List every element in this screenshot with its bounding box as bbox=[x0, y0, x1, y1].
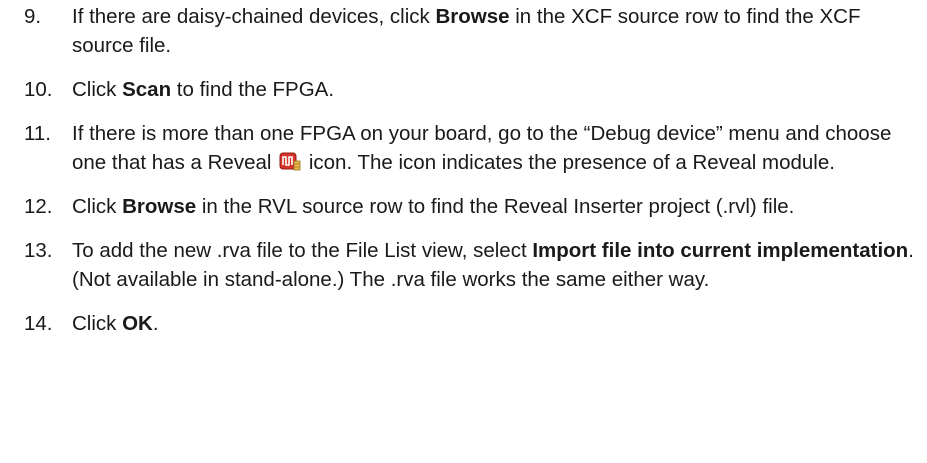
step-text: If there are daisy-chained devices, clic… bbox=[72, 5, 860, 57]
step-text-run: to find the FPGA. bbox=[171, 78, 335, 101]
reveal-icon bbox=[279, 151, 301, 173]
step-number: 14. bbox=[24, 312, 53, 335]
step-number: 12. bbox=[24, 195, 53, 218]
step-text: Click Scan to find the FPGA. bbox=[72, 78, 334, 101]
step-item: 14. Click OK. bbox=[24, 309, 919, 338]
instruction-steps-list: 9. If there are daisy-chained devices, cl… bbox=[24, 2, 919, 353]
step-item: 11. If there is more than one FPGA on you… bbox=[24, 119, 919, 177]
step-text-run: Click bbox=[72, 78, 123, 101]
step-text: If there is more than one FPGA on your b… bbox=[72, 122, 891, 174]
step-emphasis: Browse bbox=[435, 5, 510, 28]
step-emphasis: OK bbox=[122, 312, 153, 335]
step-text-run: Click bbox=[72, 312, 123, 335]
step-number: 11. bbox=[24, 122, 51, 145]
step-number: 9. bbox=[24, 5, 42, 28]
step-emphasis: Import file into current implementation bbox=[532, 239, 909, 262]
step-emphasis: Scan bbox=[122, 78, 172, 101]
step-item: 9. If there are daisy-chained devices, cl… bbox=[24, 2, 919, 60]
step-number: 13. bbox=[24, 239, 53, 262]
step-item: 10. Click Scan to find the FPGA. bbox=[24, 75, 919, 104]
step-text: Click OK. bbox=[72, 312, 159, 335]
step-emphasis: Browse bbox=[122, 195, 197, 218]
step-text-run: To add the new .rva file to the File Lis… bbox=[72, 239, 533, 262]
step-text-run: . bbox=[152, 312, 159, 335]
step-text-run: Click bbox=[72, 195, 123, 218]
step-item: 13. To add the new .rva file to the File … bbox=[24, 236, 919, 294]
step-number: 10. bbox=[24, 78, 53, 101]
step-text: To add the new .rva file to the File Lis… bbox=[72, 239, 914, 291]
step-text-run: in the RVL source row to find the Reveal… bbox=[196, 195, 795, 218]
step-text: Click Browse in the RVL source row to fi… bbox=[72, 195, 794, 218]
step-text-run: icon. The icon indicates the presence of… bbox=[303, 151, 835, 174]
step-text-run: If there are daisy-chained devices, clic… bbox=[72, 5, 436, 28]
step-item: 12. Click Browse in the RVL source row to… bbox=[24, 192, 919, 221]
